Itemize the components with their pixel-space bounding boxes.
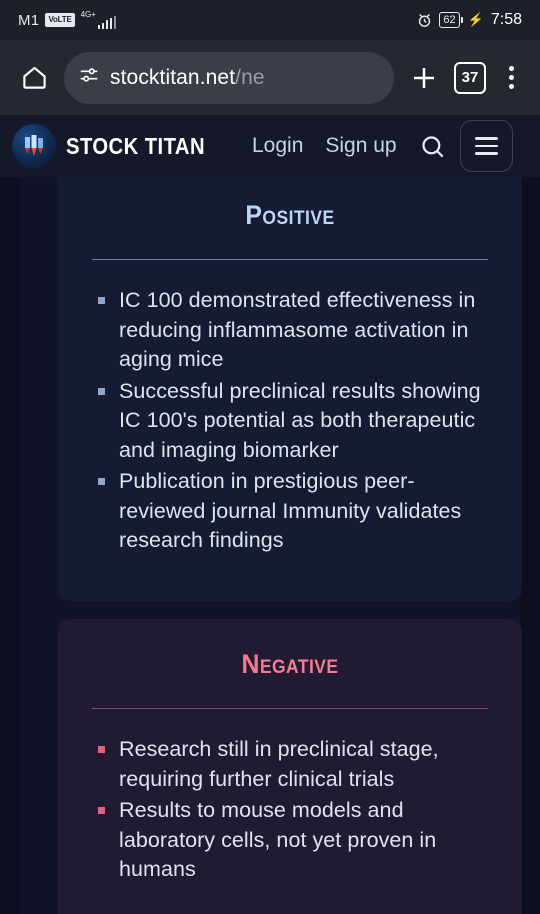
tab-switcher-button[interactable]: 37 [454,61,486,94]
list-item: Results to mouse models and laboratory c… [92,796,488,885]
hamburger-icon[interactable] [459,120,513,172]
clock-label: 7:58 [490,11,522,28]
new-tab-button[interactable] [404,58,444,98]
page-info-icon[interactable] [78,64,100,91]
signal-strength-bars [97,16,117,29]
charging-bolt-icon: ⚡ [467,12,484,27]
url-text: stocktitan.net/ne [110,66,265,90]
negative-card-title: Negative [241,649,339,679]
positive-divider [92,259,488,260]
tab-count-label: 37 [461,69,479,86]
more-vertical-icon[interactable] [496,66,526,89]
url-bar[interactable]: stocktitan.net/ne [64,51,394,104]
header-nav: Login Sign up [252,134,397,158]
signal-bars-icon: 4G+ [81,11,117,29]
android-status-bar: M1 VoLTE 4G+ 62 ⚡ 7:58 [0,0,540,40]
carrier-label: M1 [18,11,40,29]
negative-card: Negative Research still in preclinical s… [58,619,522,914]
positive-bullet-list: IC 100 demonstrated effectiveness in red… [92,286,488,556]
search-icon[interactable] [419,133,446,160]
network-type-label: 4G+ [80,10,96,19]
status-bar-right: 62 ⚡ 7:58 [416,11,522,29]
stock-titan-logo-icon [12,124,56,168]
content-container: Positive IC 100 demonstrated effectivene… [20,177,522,914]
list-item: Successful preclinical results showing I… [92,377,488,466]
login-link[interactable]: Login [252,134,303,158]
brand-name: STOCK TITAN [66,132,206,159]
list-item: IC 100 demonstrated effectiveness in red… [92,286,488,375]
positive-card: Positive IC 100 demonstrated effectivene… [58,177,522,601]
battery-percent: 62 [439,12,460,28]
negative-bullet-list: Research still in preclinical stage, req… [92,735,488,885]
alarm-icon [416,12,433,29]
status-bar-left: M1 VoLTE 4G+ [18,11,117,29]
browser-toolbar: stocktitan.net/ne 37 [0,40,540,115]
site-header: STOCK TITAN Login Sign up [0,115,540,177]
negative-divider [92,708,488,709]
battery-icon: 62 [439,12,463,28]
url-path: /ne [235,65,265,89]
signup-link[interactable]: Sign up [325,134,396,158]
positive-card-title: Positive [245,200,335,230]
volte-badge: VoLTE [45,13,75,27]
list-item: Research still in preclinical stage, req… [92,735,488,794]
battery-tip [460,17,463,23]
brand-logo-link[interactable]: STOCK TITAN [12,124,224,168]
home-icon[interactable] [14,58,54,98]
page-content: Positive IC 100 demonstrated effectivene… [0,177,540,914]
url-domain: stocktitan.net [110,65,236,89]
list-item: Publication in prestigious peer-reviewed… [92,467,488,556]
